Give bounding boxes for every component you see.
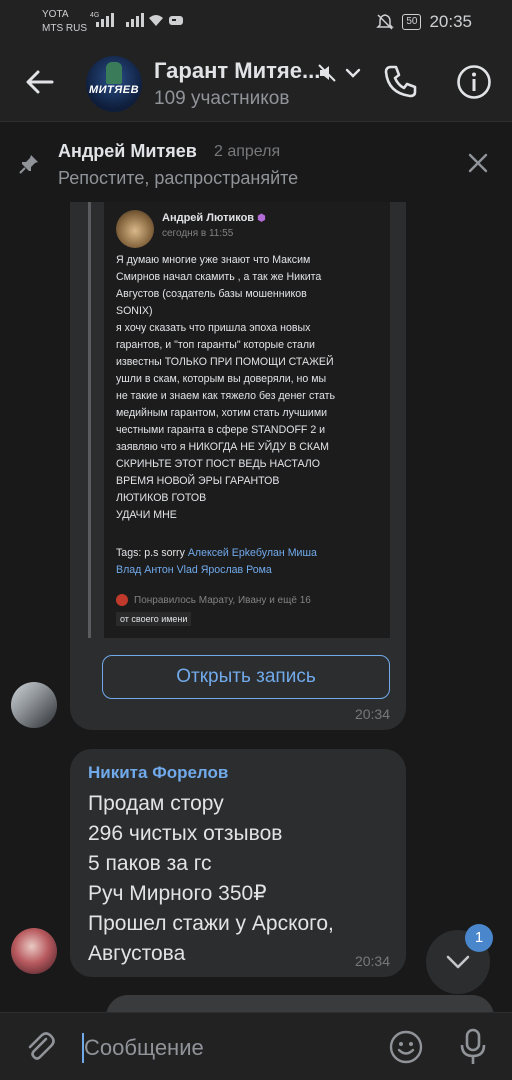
- message-line: 296 чистых отзывов: [88, 822, 283, 845]
- tags-prefix: Tags: p.s sorry: [116, 547, 185, 559]
- screenshot-from-label: от своего имени: [116, 612, 192, 626]
- battery-indicator: 50: [402, 14, 422, 30]
- chat-header: МИТЯЕВ Гарант Митяе... 109 участников: [0, 44, 512, 122]
- signal-icon: [126, 11, 144, 27]
- repost-screenshot[interactable]: Андрей Лютиков ⬢ сегодня в 11:55 Я думаю…: [104, 202, 390, 638]
- screenshot-post-time: сегодня в 11:55: [162, 228, 234, 239]
- tags-links-line1: Алексей Ерkeбулан Миша: [187, 547, 317, 559]
- chevron-down-icon[interactable]: [344, 64, 362, 82]
- unread-count-badge: 1: [465, 924, 493, 952]
- pin-icon: [19, 155, 38, 174]
- pinned-message[interactable]: Андрей Митяев 2 апреля Репостите, распро…: [0, 123, 512, 201]
- carrier-info: YOTA MTS RUS: [42, 8, 87, 36]
- wifi-icon: [149, 15, 163, 26]
- chat-title[interactable]: Гарант Митяе...: [154, 58, 320, 84]
- message-time: 20:34: [354, 706, 390, 722]
- carrier-line1: YOTA: [42, 9, 69, 20]
- game-icon: [169, 16, 183, 25]
- avatar-logo-text: МИТЯЕВ: [88, 84, 140, 96]
- attach-icon[interactable]: [22, 1029, 58, 1065]
- sender-avatar[interactable]: [11, 682, 57, 728]
- screenshot-author-name: Андрей Лютиков: [162, 212, 255, 224]
- message-composer: [0, 1012, 512, 1080]
- pinned-author: Андрей Митяев: [58, 141, 197, 161]
- message-text: Продам стору 296 чистых отзывов 5 паков …: [88, 789, 334, 969]
- repost-indicator-bar: [88, 202, 91, 638]
- sender-avatar[interactable]: [11, 928, 57, 974]
- tags-links-line2: Влад Антон Vlad Ярослав Рома: [116, 564, 272, 576]
- close-icon[interactable]: [466, 151, 490, 175]
- pinned-date: 2 апреля: [214, 143, 281, 160]
- muted-icon: [318, 64, 336, 82]
- mute-bell-icon: [376, 14, 395, 30]
- chat-members-count: 109 участников: [154, 88, 290, 109]
- message-bubble-repost[interactable]: Андрей Лютиков ⬢ сегодня в 11:55 Я думаю…: [70, 202, 406, 730]
- message-line: Прошел стажи у Арского,: [88, 912, 334, 935]
- message-line: Продам стору: [88, 792, 224, 815]
- message-line: Августова: [88, 942, 186, 965]
- signal-icon: [96, 11, 114, 27]
- message-author[interactable]: Никита Форелов: [88, 763, 228, 783]
- carrier-line2: MTS RUS: [42, 23, 87, 34]
- message-line: 5 паков за гс: [88, 852, 212, 875]
- open-post-button[interactable]: Открыть запись: [102, 655, 390, 699]
- chat-avatar[interactable]: МИТЯЕВ: [86, 56, 142, 112]
- status-bar: YOTA MTS RUS 4G 50 20:35: [0, 0, 512, 44]
- phone-icon[interactable]: [382, 62, 420, 100]
- screenshot-tags: Tags: p.s sorry Алексей Ерkeбулан Миша В…: [116, 545, 386, 579]
- screenshot-post-body: Я думаю многие уже знают что Максим Смир…: [116, 254, 336, 521]
- message-time: 20:34: [354, 953, 390, 969]
- screenshot-author-avatar: [116, 210, 154, 248]
- microphone-icon[interactable]: [456, 1027, 490, 1067]
- clock: 20:35: [429, 12, 472, 31]
- info-icon[interactable]: [456, 64, 492, 100]
- message-input[interactable]: [84, 1031, 364, 1065]
- back-arrow-icon[interactable]: [22, 64, 58, 100]
- message-bubble[interactable]: Никита Форелов Продам стору 296 чистых о…: [70, 749, 406, 977]
- emoji-icon[interactable]: [388, 1029, 424, 1065]
- liker-avatar: [116, 594, 128, 606]
- likes-text: Понравилось Марату, Ивану и ещё 16: [134, 594, 311, 606]
- verified-badge-icon: ⬢: [257, 213, 266, 224]
- chevron-down-icon: [446, 955, 470, 969]
- pinned-text: Репостите, распространяйте: [58, 168, 299, 188]
- screenshot-likes: Понравилось Марату, Ивану и ещё 16: [116, 594, 311, 606]
- message-line: Руч Мирного 350₽: [88, 882, 267, 905]
